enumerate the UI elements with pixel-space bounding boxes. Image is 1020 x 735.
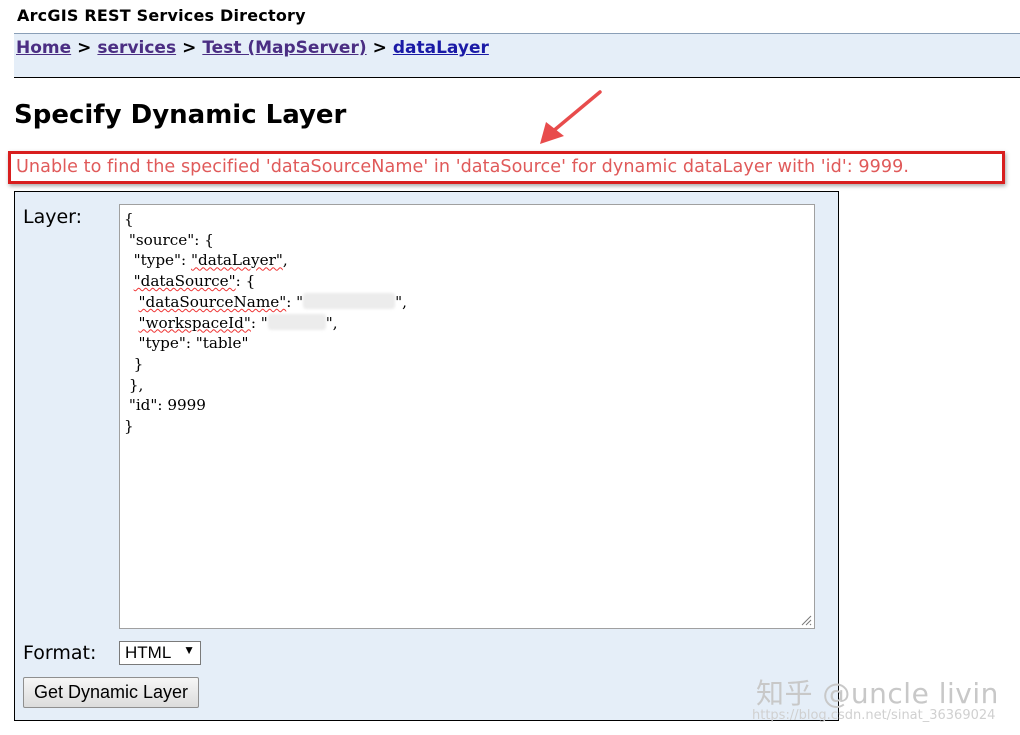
format-select[interactable]: HTML ▼ [119,641,201,665]
breadcrumb-home-link[interactable]: Home [16,38,71,58]
breadcrumb-datalayer-link[interactable]: dataLayer [393,38,489,58]
breadcrumb-separator: > [77,38,92,58]
resize-grip-icon[interactable] [800,614,812,626]
dropdown-arrow-icon: ▼ [183,643,195,657]
breadcrumb-services-link[interactable]: services [97,38,176,58]
layer-json-code: { "source": { "type": "dataLayer", "data… [124,210,407,436]
page-title: Specify Dynamic Layer [14,100,347,130]
form-panel: Layer: { "source": { "type": "dataLayer"… [14,191,839,721]
get-dynamic-layer-button[interactable]: Get Dynamic Layer [23,677,199,708]
watermark: 知乎 @uncle livin [756,677,999,710]
app-title: ArcGIS REST Services Directory [17,6,306,25]
breadcrumb-separator: > [372,38,387,58]
nav-bar: Home > services > Test (MapServer) > dataLayer [14,33,1020,78]
annotation-arrow-icon [540,90,602,144]
breadcrumb: Home > services > Test (MapServer) > dataLayer [16,38,489,58]
format-select-value: HTML [125,643,172,662]
layer-textarea[interactable]: { "source": { "type": "dataLayer", "data… [119,204,815,629]
layer-label: Layer: [23,206,83,228]
error-message-box: Unable to find the specified 'dataSource… [8,151,1005,184]
format-label: Format: [23,642,97,664]
breadcrumb-separator: > [182,38,197,58]
breadcrumb-mapserver-link[interactable]: Test (MapServer) [202,38,366,58]
watermark-url: https://blog.csdn.net/sinat_36369024 [752,708,996,723]
error-message: Unable to find the specified 'dataSource… [16,157,909,177]
